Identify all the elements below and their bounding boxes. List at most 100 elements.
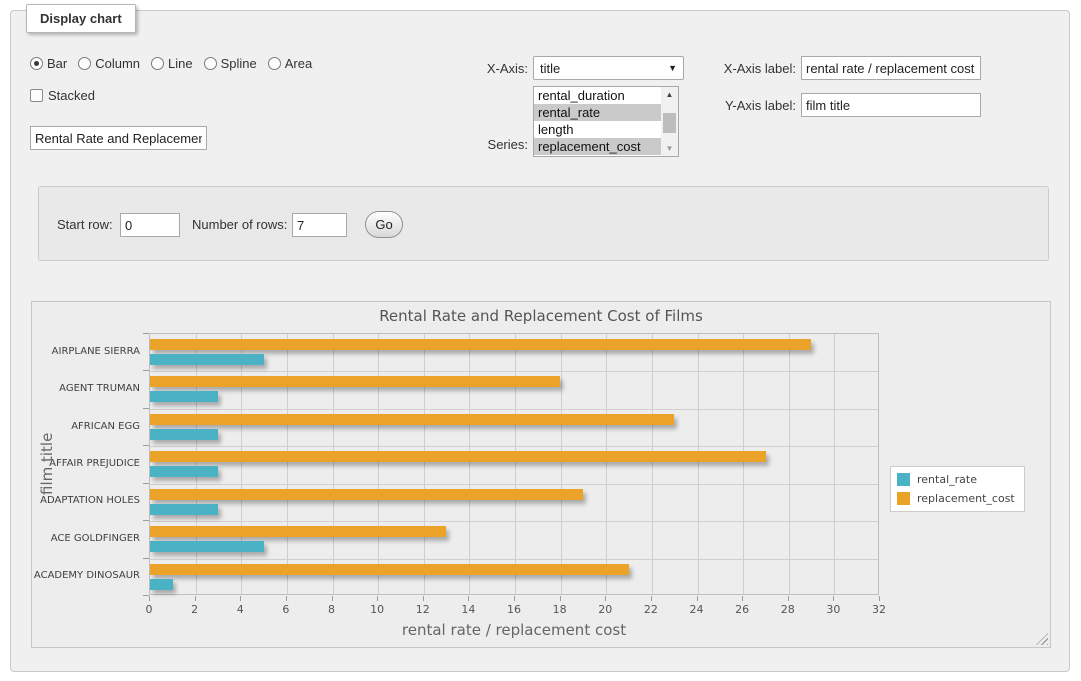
chart-type-radio-line[interactable]: Line (151, 56, 193, 71)
gridline-horizontal (150, 559, 878, 560)
checkbox-icon (30, 89, 43, 102)
x-axis-tick (788, 596, 789, 601)
panel-legend: Display chart (26, 4, 136, 33)
x-axis-tick-label: 22 (636, 603, 666, 616)
bar-replacement_cost (150, 414, 674, 425)
gridline-horizontal (150, 521, 878, 522)
gridline-vertical (241, 334, 242, 594)
x-axis-tick (423, 596, 424, 601)
bar-rental_rate (150, 466, 218, 477)
display-chart-panel: Display chart Bar Column Line Spline Are… (10, 10, 1070, 672)
x-axis-tick-label: 0 (134, 603, 164, 616)
radio-label: Line (168, 56, 193, 71)
x-axis-tick (149, 596, 150, 601)
series-option-rental-duration[interactable]: rental_duration (534, 87, 661, 104)
number-of-rows-label: Number of rows: (192, 217, 287, 232)
x-axis-tick (605, 596, 606, 601)
scroll-down-icon[interactable]: ▼ (661, 141, 678, 156)
chart-title-input[interactable] (30, 126, 207, 150)
bar-rental_rate (150, 579, 173, 590)
x-axis-label-label: X-Axis label: (706, 61, 796, 76)
x-axis-tick-label: 10 (362, 603, 392, 616)
scrollbar-thumb[interactable] (663, 113, 676, 133)
x-axis-label-input[interactable] (801, 56, 981, 80)
bar-rental_rate (150, 391, 218, 402)
bar-rental_rate (150, 429, 218, 440)
x-axis-tick-label: 20 (590, 603, 620, 616)
page: Display chart Bar Column Line Spline Are… (0, 0, 1081, 681)
stacked-checkbox[interactable]: Stacked (30, 88, 95, 103)
radio-label: Spline (221, 56, 257, 71)
gridline-vertical (561, 334, 562, 594)
chart-type-radio-spline[interactable]: Spline (204, 56, 257, 71)
y-axis-tick (143, 370, 149, 371)
gridline-horizontal (150, 484, 878, 485)
legend-label: rental_rate (917, 473, 977, 486)
y-axis-tick (143, 333, 149, 334)
x-axis-tick (514, 596, 515, 601)
series-select-label: Series: (451, 137, 528, 152)
category-label: ACE GOLDFINGER (32, 533, 140, 544)
radio-icon (268, 57, 281, 70)
x-axis-tick (697, 596, 698, 601)
x-axis-tick (833, 596, 834, 601)
x-axis-tick-label: 12 (408, 603, 438, 616)
x-axis-tick (377, 596, 378, 601)
gridline-horizontal (150, 371, 878, 372)
start-row-input[interactable] (120, 213, 180, 237)
gridline-horizontal (150, 446, 878, 447)
series-listbox[interactable]: rental_duration rental_rate length repla… (533, 86, 679, 157)
stacked-label: Stacked (48, 88, 95, 103)
gridline-vertical (606, 334, 607, 594)
number-of-rows-input[interactable] (292, 213, 347, 237)
bar-rental_rate (150, 541, 264, 552)
radio-icon (30, 57, 43, 70)
bar-replacement_cost (150, 339, 811, 350)
chart-type-radio-column[interactable]: Column (78, 56, 140, 71)
chart-type-radio-bar[interactable]: Bar (30, 56, 67, 71)
x-axis-tick-label: 6 (271, 603, 301, 616)
x-axis-tick-label: 32 (864, 603, 894, 616)
plot-grid (149, 333, 879, 595)
scrollbar[interactable]: ▲ ▼ (661, 87, 678, 156)
bar-replacement_cost (150, 451, 766, 462)
bar-replacement_cost (150, 489, 583, 500)
y-axis-tick (143, 520, 149, 521)
bar-replacement_cost (150, 564, 629, 575)
category-label: AIRPLANE SIERRA (32, 346, 140, 357)
x-axis-tick (286, 596, 287, 601)
y-axis-tick (143, 558, 149, 559)
chart-type-radio-area[interactable]: Area (268, 56, 312, 71)
x-axis-tick-label: 2 (180, 603, 210, 616)
x-axis-select[interactable]: title ▼ (533, 56, 684, 80)
x-axis-tick-label: 16 (499, 603, 529, 616)
gridline-vertical (743, 334, 744, 594)
scroll-up-icon[interactable]: ▲ (661, 87, 678, 102)
gridline-vertical (378, 334, 379, 594)
chart-legend: rental_rate replacement_cost (890, 466, 1025, 512)
radio-label: Bar (47, 56, 67, 71)
series-option-replacement-cost[interactable]: replacement_cost (534, 138, 661, 155)
series-option-length[interactable]: length (534, 121, 661, 138)
gridline-vertical (196, 334, 197, 594)
y-axis-label-input[interactable] (801, 93, 981, 117)
radio-label: Area (285, 56, 312, 71)
gridline-vertical (789, 334, 790, 594)
x-axis-tick-label: 8 (317, 603, 347, 616)
x-axis-title: rental rate / replacement cost (149, 621, 879, 639)
resize-handle-icon[interactable] (1036, 633, 1048, 645)
x-axis-tick (332, 596, 333, 601)
x-axis-select-label: X-Axis: (451, 61, 528, 76)
legend-label: replacement_cost (917, 492, 1015, 505)
series-option-rental-rate[interactable]: rental_rate (534, 104, 661, 121)
gridline-vertical (424, 334, 425, 594)
chart-type-radiogroup: Bar Column Line Spline Area (30, 56, 312, 71)
legend-entry: rental_rate (897, 473, 1015, 486)
radio-icon (78, 57, 91, 70)
go-button[interactable]: Go (365, 211, 403, 238)
gridline-vertical (333, 334, 334, 594)
x-axis-tick (742, 596, 743, 601)
x-axis-tick-label: 18 (545, 603, 575, 616)
chart: Rental Rate and Replacement Cost of Film… (31, 301, 1051, 648)
bar-rental_rate (150, 354, 264, 365)
